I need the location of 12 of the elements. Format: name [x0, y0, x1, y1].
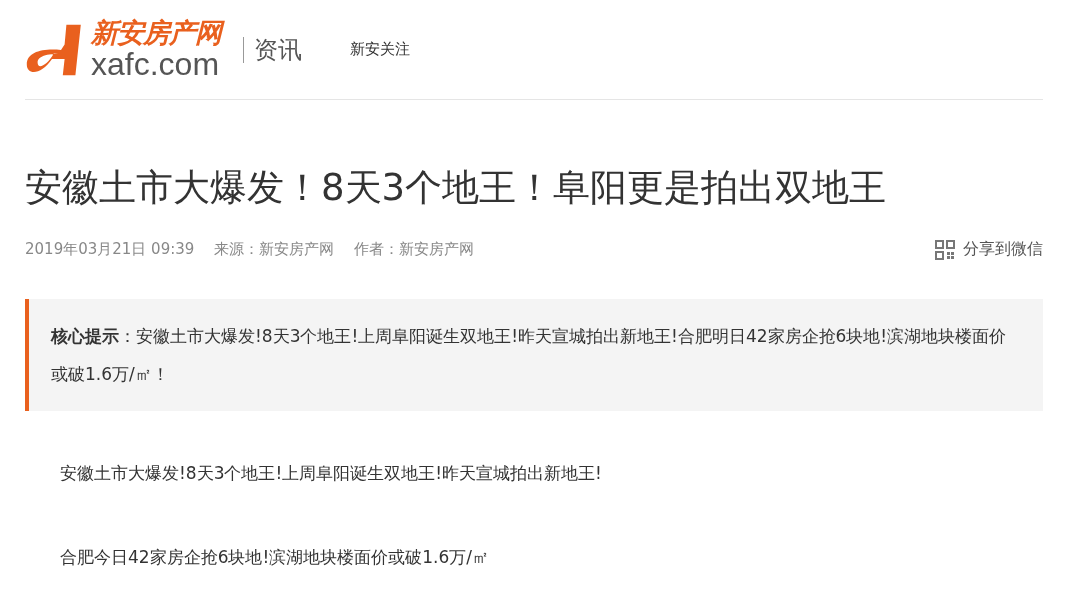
- paragraph: 合肥今日42家房企抢6块地!滨湖地块楼面价或破1.6万/㎡: [60, 546, 491, 569]
- share-link[interactable]: 分享到微信: [935, 239, 1043, 260]
- author-text: 作者：新安房产网: [354, 240, 475, 259]
- qr-code-icon: [935, 239, 955, 260]
- section-title: 资讯: [243, 36, 302, 63]
- nav-link[interactable]: 新安关注: [350, 40, 410, 59]
- summary-text: 核心提示：安徽土市大爆发!8天3个地王!上周阜阳诞生双地王!昨天宣城拍出新地王!合肥明日42家房企抢6块地!滨湖地块楼面价或破1.6万/㎡！: [51, 325, 1008, 386]
- paragraph: 安徽土市大爆发!8天3个地王!上周阜阳诞生双地王!昨天宣城拍出新地王!: [60, 462, 603, 485]
- publish-date: 2019年03月21日 09:39: [25, 240, 195, 259]
- source-text: 来源：新安房产网: [214, 240, 335, 259]
- article-title: 安徽土市大爆发！8天3个地王！阜阳更是拍出双地王: [25, 165, 888, 211]
- logo-domain: xafc.com: [91, 48, 221, 80]
